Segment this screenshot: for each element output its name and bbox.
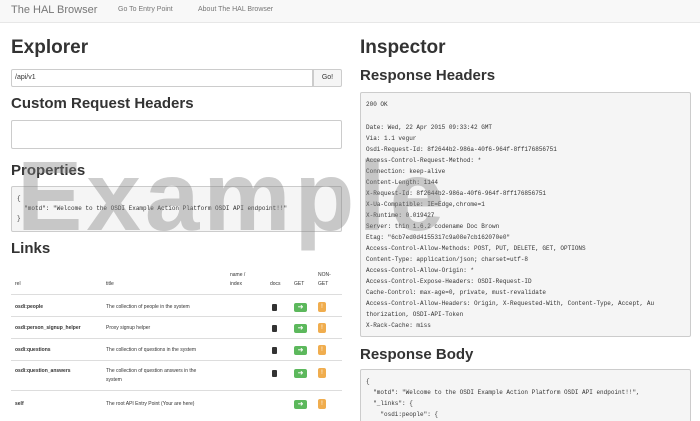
url-input[interactable]: /api/v1 xyxy=(11,69,313,87)
header-line: thorization, OSDI-API-Token xyxy=(366,311,464,318)
body-line: "motd": "Welcome to the OSDI Example Act… xyxy=(366,389,640,396)
link-rel: osdi:person_signup_helper xyxy=(15,325,81,331)
col-header-docs: docs xyxy=(270,281,281,287)
nonget-button[interactable]: ! xyxy=(318,323,326,333)
link-title: Proxy signup helper xyxy=(106,325,151,331)
header-line: Cache-Control: max-age=0, private, must-… xyxy=(366,289,547,296)
nonget-button[interactable]: ! xyxy=(318,302,326,312)
body-line: { xyxy=(366,378,370,385)
table-divider xyxy=(11,316,342,317)
navbar: The HAL Browser Go To Entry Point About … xyxy=(0,0,700,23)
col-header-name: name / xyxy=(230,272,246,278)
link-title-2: system xyxy=(106,377,122,383)
response-body-box: { "motd": "Welcome to the OSDI Example A… xyxy=(360,369,691,421)
go-button[interactable]: Go! xyxy=(313,69,342,87)
table-divider xyxy=(11,390,342,391)
inspector-title: Inspector xyxy=(360,37,446,58)
link-rel: osdi:question_answers xyxy=(15,368,71,374)
link-rel: osdi:questions xyxy=(15,347,51,353)
header-line: Access-Control-Allow-Headers: Origin, X-… xyxy=(366,300,655,307)
header-line: Content-Type: application/json; charset=… xyxy=(366,256,529,263)
header-line: 200 OK xyxy=(366,101,388,108)
col-header-index: index xyxy=(230,281,242,287)
response-body-title: Response Body xyxy=(360,346,474,363)
body-line: "_links": { xyxy=(366,400,413,407)
nonget-button[interactable]: ! xyxy=(318,399,326,409)
header-line: Date: Wed, 22 Apr 2015 09:33:42 GMT xyxy=(366,124,493,131)
table-divider xyxy=(11,338,342,339)
nonget-button[interactable]: ! xyxy=(318,368,326,378)
example-watermark: Example xyxy=(17,141,449,251)
book-icon[interactable] xyxy=(272,304,277,311)
link-rel: self xyxy=(15,401,24,407)
link-title: The collection of questions in the syste… xyxy=(106,347,197,353)
col-header-rel: rel xyxy=(15,281,21,287)
response-headers-title: Response Headers xyxy=(360,67,496,84)
book-icon[interactable] xyxy=(272,347,277,354)
header-line: X-Rack-Cache: miss xyxy=(366,322,431,329)
link-title: The root API Entry Point (Your are here) xyxy=(106,401,195,407)
table-divider xyxy=(11,360,342,361)
col-header-get: GET xyxy=(294,281,305,287)
nav-about-link[interactable]: About The HAL Browser xyxy=(198,6,273,13)
custom-headers-title: Custom Request Headers xyxy=(11,95,194,112)
link-title: The collection of question answers in th… xyxy=(106,368,197,374)
book-icon[interactable] xyxy=(272,370,277,377)
nav-entry-point-link[interactable]: Go To Entry Point xyxy=(118,6,173,13)
get-button[interactable]: ➜ xyxy=(294,346,307,355)
get-button[interactable]: ➜ xyxy=(294,303,307,312)
body-line: "osdi:people": { xyxy=(366,411,439,418)
col-header-nonget-2: GET xyxy=(318,281,329,287)
brand-link[interactable]: The HAL Browser xyxy=(11,4,97,16)
nonget-button[interactable]: ! xyxy=(318,345,326,355)
explorer-title: Explorer xyxy=(11,37,89,58)
link-title: The collection of people in the system xyxy=(106,304,190,310)
col-header-nonget: NON- xyxy=(318,272,331,278)
get-button[interactable]: ➜ xyxy=(294,400,307,409)
link-rel: osdi:people xyxy=(15,304,44,310)
header-line: Access-Control-Expose-Headers: OSDI-Requ… xyxy=(366,278,532,285)
header-line: Access-Control-Allow-Origin: * xyxy=(366,267,475,274)
table-divider xyxy=(11,294,342,295)
get-button[interactable]: ➜ xyxy=(294,324,307,333)
get-button[interactable]: ➜ xyxy=(294,369,307,378)
book-icon[interactable] xyxy=(272,325,277,332)
col-header-title: title xyxy=(106,281,114,287)
